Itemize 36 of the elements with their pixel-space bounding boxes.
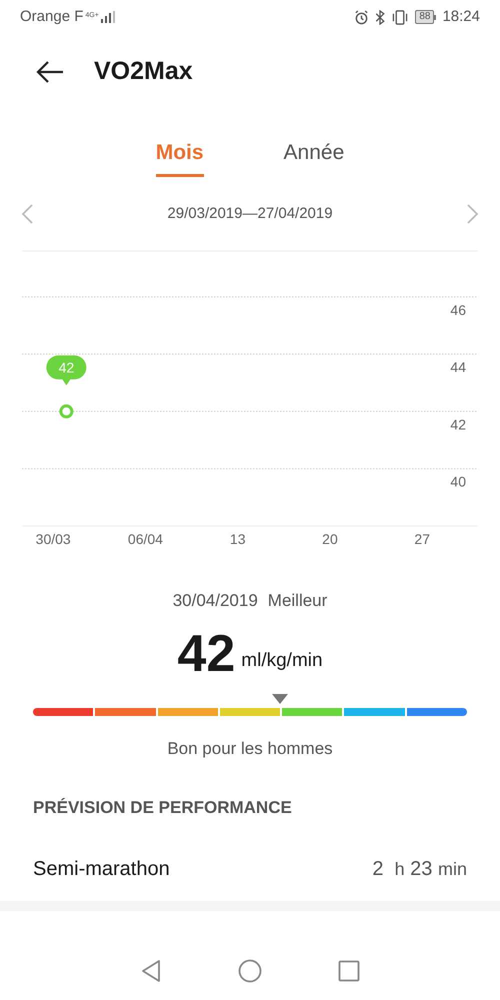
signal-icon	[100, 11, 115, 23]
predicted-time: 2 h 23 min	[372, 857, 467, 882]
alarm-icon	[354, 10, 370, 24]
measurement-date: 30/04/2019	[172, 590, 258, 612]
vo2max-value: 42	[177, 628, 236, 680]
clock-time: 18:24	[442, 6, 480, 27]
home-nav-icon[interactable]	[238, 959, 262, 983]
next-button[interactable]	[466, 203, 480, 225]
y-tick-label: 46	[450, 302, 466, 318]
tab[interactable]: Année	[284, 136, 344, 177]
bluetooth-icon	[375, 10, 386, 24]
battery-icon: 88	[415, 10, 436, 24]
x-tick-label: 06/04	[128, 531, 163, 547]
page-title: VO2Max	[94, 56, 193, 88]
previous-button[interactable]	[20, 203, 34, 225]
date-range: 29/03/2019—27/04/2019	[167, 204, 333, 224]
x-tick-label: 20	[322, 531, 338, 547]
rating-label: Bon pour les hommes	[167, 738, 333, 760]
back-nav-icon[interactable]	[140, 959, 162, 983]
value-bubble: 42	[46, 355, 86, 386]
race-name: Semi-marathon	[33, 857, 170, 882]
level-marker-icon	[272, 694, 288, 704]
x-tick-label: 27	[414, 531, 430, 547]
y-tick-label: 42	[450, 416, 466, 432]
carrier-name: Orange F	[20, 6, 84, 27]
x-tick-label: 13	[230, 531, 246, 547]
x-tick-label: 30/03	[36, 531, 71, 547]
data-point	[59, 404, 74, 418]
data-label: 42	[58, 359, 74, 376]
y-tick-label: 40	[450, 474, 466, 490]
y-tick-label: 44	[450, 359, 466, 376]
vibrate-icon	[391, 10, 410, 24]
recents-nav-icon[interactable]	[338, 960, 360, 982]
section-heading: PRÉVISION DE PERFORMANCE	[33, 798, 292, 817]
unit-label: ml/kg/min	[241, 649, 323, 673]
best-label: Meilleur	[268, 590, 328, 612]
